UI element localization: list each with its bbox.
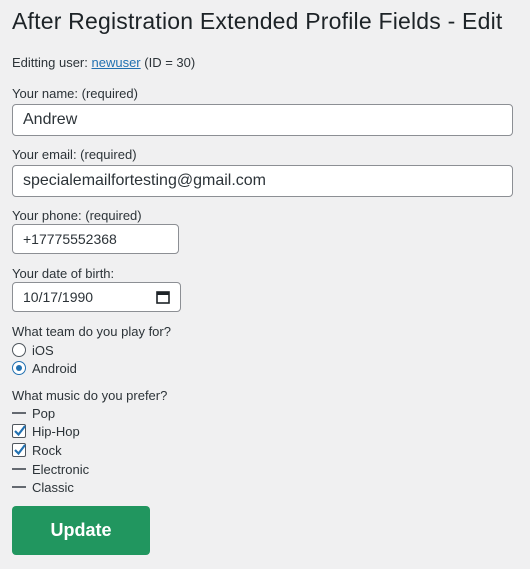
dob-label: Your date of birth: — [12, 266, 115, 281]
username-link[interactable]: newuser — [92, 55, 141, 70]
email-value: specialemailfortesting@gmail.com — [23, 172, 266, 189]
phone-value: +17775552368 — [23, 231, 117, 247]
music-option-electronic[interactable]: Electronic — [12, 460, 89, 478]
music-option-pop[interactable]: Pop — [12, 404, 55, 422]
hiphop-checkbox[interactable] — [12, 424, 26, 438]
pop-label: Pop — [32, 405, 56, 421]
electronic-indeterminate-icon[interactable] — [12, 468, 26, 470]
editing-user-prefix: Editting user: — [12, 55, 88, 70]
electronic-label: Electronic — [32, 461, 90, 477]
music-option-hiphop[interactable]: Hip-Hop — [12, 422, 80, 440]
dob-value: 10/17/1990 — [23, 289, 94, 305]
page-title: After Registration Extended Profile Fiel… — [12, 8, 503, 34]
music-option-classic[interactable]: Classic — [12, 478, 74, 496]
android-label: Android — [32, 360, 77, 376]
team-option-ios[interactable]: iOS — [12, 341, 54, 359]
music-label: What music do you prefer? — [12, 388, 168, 403]
update-button[interactable]: Update — [12, 506, 150, 555]
name-value: Andrew — [23, 111, 78, 128]
name-label: Your name: (required) — [12, 86, 138, 101]
classic-label: Classic — [32, 479, 74, 495]
pop-indeterminate-icon[interactable] — [12, 412, 26, 414]
email-field[interactable]: specialemailfortesting@gmail.com — [12, 165, 513, 197]
android-radio[interactable] — [12, 361, 26, 375]
hiphop-label: Hip-Hop — [32, 423, 80, 439]
rock-label: Rock — [32, 442, 62, 458]
music-option-rock[interactable]: Rock — [12, 441, 62, 459]
user-id: (ID = 30) — [144, 55, 196, 70]
email-label: Your email: (required) — [12, 147, 137, 162]
rock-checkbox[interactable] — [12, 443, 26, 457]
phone-label: Your phone: (required) — [12, 208, 142, 223]
calendar-icon[interactable] — [156, 290, 170, 304]
team-option-android[interactable]: Android — [12, 359, 77, 377]
classic-indeterminate-icon[interactable] — [12, 486, 26, 488]
dob-field[interactable]: 10/17/1990 — [12, 282, 181, 312]
editing-user-line: Editting user: newuser (ID = 30) — [12, 55, 195, 70]
team-label: What team do you play for? — [12, 324, 171, 339]
phone-field[interactable]: +17775552368 — [12, 224, 179, 254]
ios-label: iOS — [32, 342, 54, 358]
name-field[interactable]: Andrew — [12, 104, 513, 136]
ios-radio[interactable] — [12, 343, 26, 357]
